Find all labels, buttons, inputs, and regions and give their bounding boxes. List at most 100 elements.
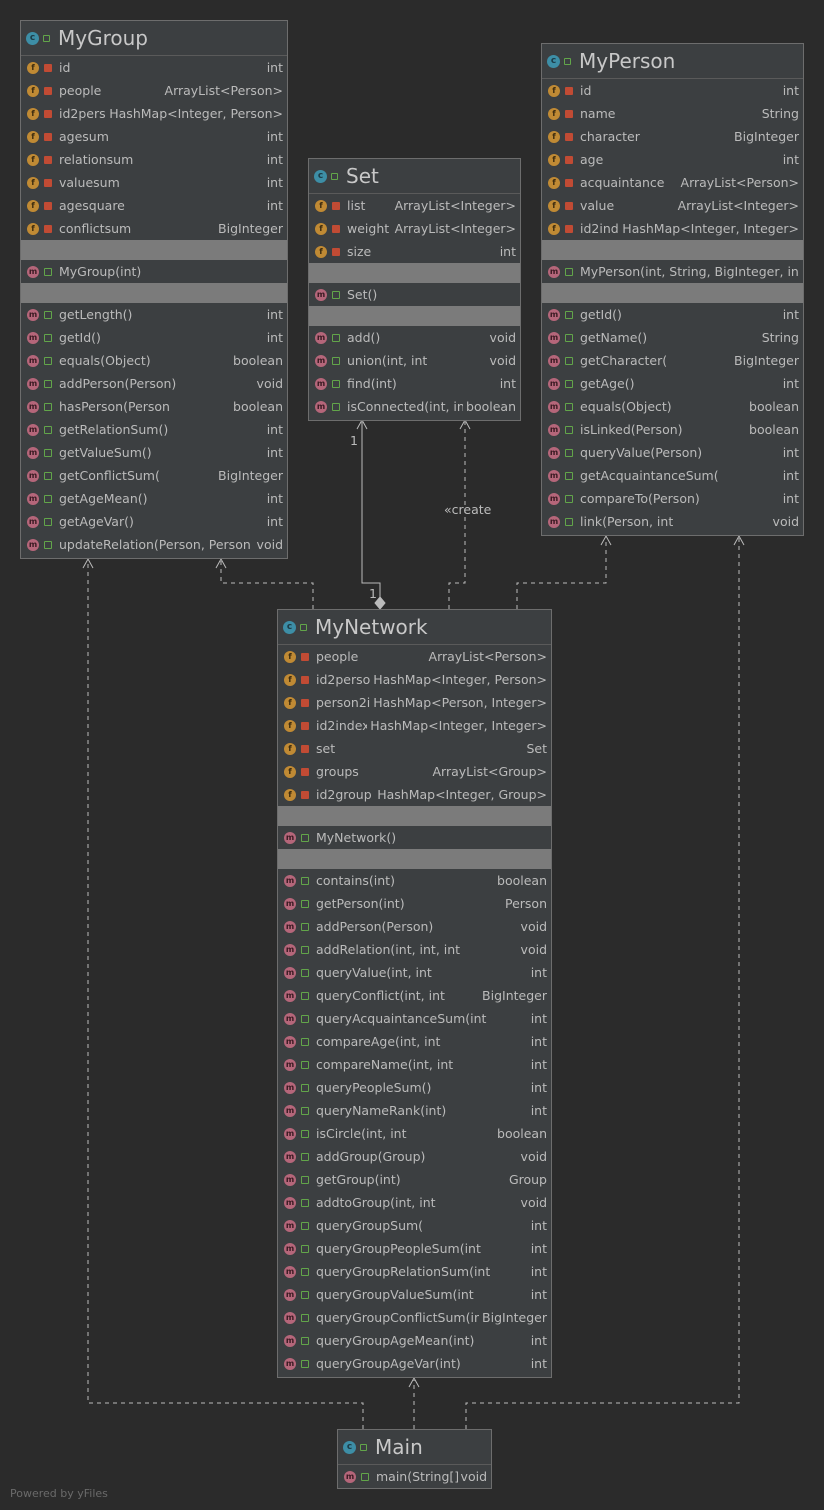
field-row[interactable]: f conflictsum BigInteger — [21, 217, 287, 240]
method-row[interactable]: m getAge() int — [542, 372, 803, 395]
method-row[interactable]: m equals(Object) boolean — [542, 395, 803, 418]
method-row[interactable]: m addtoGroup(int, int void — [278, 1191, 551, 1214]
method-row[interactable]: m getLength() int — [21, 303, 287, 326]
field-row[interactable]: f value ArrayList<Integer> — [542, 194, 803, 217]
method-row[interactable]: m MyNetwork() — [278, 826, 551, 849]
method-row[interactable]: m isLinked(Person) boolean — [542, 418, 803, 441]
method-row[interactable]: m find(int) int — [309, 372, 520, 395]
method-row[interactable]: m getName() String — [542, 326, 803, 349]
public-lock-icon — [565, 267, 573, 276]
method-row[interactable]: m getCharacter(BigInteger — [542, 349, 803, 372]
public-lock-icon — [44, 494, 52, 503]
field-row[interactable]: f set Set — [278, 737, 551, 760]
method-row[interactable]: m MyPerson(int, String, BigInteger, in — [542, 260, 803, 283]
class-header[interactable]: c MyNetwork — [278, 610, 551, 645]
field-icon: f — [27, 107, 39, 120]
field-row[interactable]: f weight ArrayList<Integer> — [309, 217, 520, 240]
method-row[interactable]: m getAcquaintanceSum(int — [542, 464, 803, 487]
method-row[interactable]: m link(Person, int void — [542, 510, 803, 533]
method-row[interactable]: m queryGroupValueSum(int int — [278, 1283, 551, 1306]
multiplicity-label-bottom: 1 — [369, 586, 377, 601]
method-row[interactable]: m queryGroupConflictSum(int BigInteger — [278, 1306, 551, 1329]
method-row[interactable]: m queryGroupRelationSum(int int — [278, 1260, 551, 1283]
method-row[interactable]: m updateRelation(Person, Person void — [21, 533, 287, 556]
method-row[interactable]: m Set() — [309, 283, 520, 306]
public-lock-icon — [301, 1014, 309, 1023]
method-row[interactable]: m main(String[] void — [338, 1465, 491, 1488]
method-row[interactable]: m getRelationSum() int — [21, 418, 287, 441]
field-row[interactable]: f character BigInteger — [542, 125, 803, 148]
class-myperson[interactable]: c MyPerson f id int f name String f character BigI… — [541, 43, 804, 536]
method-row[interactable]: m equals(Object) boolean — [21, 349, 287, 372]
method-row[interactable]: m contains(int) boolean — [278, 869, 551, 892]
method-row[interactable]: m compareTo(Person) int — [542, 487, 803, 510]
method-icon: m — [315, 331, 327, 344]
field-row[interactable]: f id2person HashMap<Integer, Person> — [21, 102, 287, 125]
powered-by-footer: Powered by yFiles — [10, 1487, 108, 1500]
field-row[interactable]: f people ArrayList<Person> — [278, 645, 551, 668]
method-row[interactable]: m queryGroupAgeMean(int) int — [278, 1329, 551, 1352]
method-row[interactable]: m getAgeMean() int — [21, 487, 287, 510]
method-row[interactable]: m queryConflict(int, int BigInteger — [278, 984, 551, 1007]
class-mygroup[interactable]: c MyGroup f id int f people ArrayList<Person> f i… — [20, 20, 288, 559]
public-lock-icon — [301, 945, 309, 954]
method-row[interactable]: m getConflictSum(BigInteger — [21, 464, 287, 487]
class-main[interactable]: c Main m main(String[] void — [337, 1429, 492, 1489]
field-row[interactable]: f person2id HashMap<Person, Integer> — [278, 691, 551, 714]
constructors-section: m MyPerson(int, String, BigInteger, in — [542, 260, 803, 283]
method-row[interactable]: m queryValue(int, int int — [278, 961, 551, 984]
method-row[interactable]: m isCircle(int, int boolean — [278, 1122, 551, 1145]
method-row[interactable]: m addRelation(int, int, int void — [278, 938, 551, 961]
field-row[interactable]: f id2person HashMap<Integer, Person> — [278, 668, 551, 691]
member-type: boolean — [746, 422, 799, 437]
field-row[interactable]: f agesquare int — [21, 194, 287, 217]
member-name: getValueSum() — [59, 445, 152, 460]
method-row[interactable]: m addGroup(Group) void — [278, 1145, 551, 1168]
field-row[interactable]: f people ArrayList<Person> — [21, 79, 287, 102]
public-lock-icon — [44, 379, 52, 388]
field-row[interactable]: f size int — [309, 240, 520, 263]
method-row[interactable]: m queryNameRank(int) int — [278, 1099, 551, 1122]
field-row[interactable]: f agesum int — [21, 125, 287, 148]
method-row[interactable]: m queryGroupSum(int — [278, 1214, 551, 1237]
method-row[interactable]: m getAgeVar() int — [21, 510, 287, 533]
method-row[interactable]: m queryValue(Person) int — [542, 441, 803, 464]
field-row[interactable]: f name String — [542, 102, 803, 125]
method-row[interactable]: m hasPerson(Person boolean — [21, 395, 287, 418]
method-row[interactable]: m queryGroupPeopleSum(int int — [278, 1237, 551, 1260]
method-row[interactable]: m getPerson(int) Person — [278, 892, 551, 915]
method-row[interactable]: m queryGroupAgeVar(int) int — [278, 1352, 551, 1375]
method-row[interactable]: m addPerson(Person) void — [21, 372, 287, 395]
field-row[interactable]: f id2index HashMap<Integer, Integer> — [278, 714, 551, 737]
method-row[interactable]: m queryPeopleSum() int — [278, 1076, 551, 1099]
method-row[interactable]: m compareAge(int, int int — [278, 1030, 551, 1053]
field-row[interactable]: f age int — [542, 148, 803, 171]
method-row[interactable]: m isConnected(int, int boolean — [309, 395, 520, 418]
field-row[interactable]: f id2group HashMap<Integer, Group> — [278, 783, 551, 806]
class-header[interactable]: c Set — [309, 159, 520, 194]
field-row[interactable]: f id int — [542, 79, 803, 102]
method-row[interactable]: m union(int, int void — [309, 349, 520, 372]
method-row[interactable]: m getId() int — [542, 303, 803, 326]
class-header[interactable]: c MyGroup — [21, 21, 287, 56]
method-row[interactable]: m MyGroup(int) — [21, 260, 287, 283]
method-row[interactable]: m getId() int — [21, 326, 287, 349]
field-row[interactable]: f relationsum int — [21, 148, 287, 171]
field-row[interactable]: f groups ArrayList<Group> — [278, 760, 551, 783]
field-row[interactable]: f valuesum int — [21, 171, 287, 194]
method-row[interactable]: m getGroup(int) Group — [278, 1168, 551, 1191]
field-row[interactable]: f list ArrayList<Integer> — [309, 194, 520, 217]
class-header[interactable]: c Main — [338, 1430, 491, 1465]
class-mynetwork[interactable]: c MyNetwork f people ArrayList<Person> f id2pe… — [277, 609, 552, 1378]
class-set[interactable]: c Set f list ArrayList<Integer> f weight ArrayL… — [308, 158, 521, 421]
method-row[interactable]: m addPerson(Person) void — [278, 915, 551, 938]
method-row[interactable]: m getValueSum() int — [21, 441, 287, 464]
member-name: isCircle(int, int — [316, 1126, 407, 1141]
field-row[interactable]: f id int — [21, 56, 287, 79]
class-header[interactable]: c MyPerson — [542, 44, 803, 79]
method-row[interactable]: m queryAcquaintanceSum(int int — [278, 1007, 551, 1030]
field-row[interactable]: f acquaintance ArrayList<Person> — [542, 171, 803, 194]
method-row[interactable]: m compareName(int, int int — [278, 1053, 551, 1076]
field-row[interactable]: f id2index HashMap<Integer, Integer> — [542, 217, 803, 240]
method-row[interactable]: m add() void — [309, 326, 520, 349]
